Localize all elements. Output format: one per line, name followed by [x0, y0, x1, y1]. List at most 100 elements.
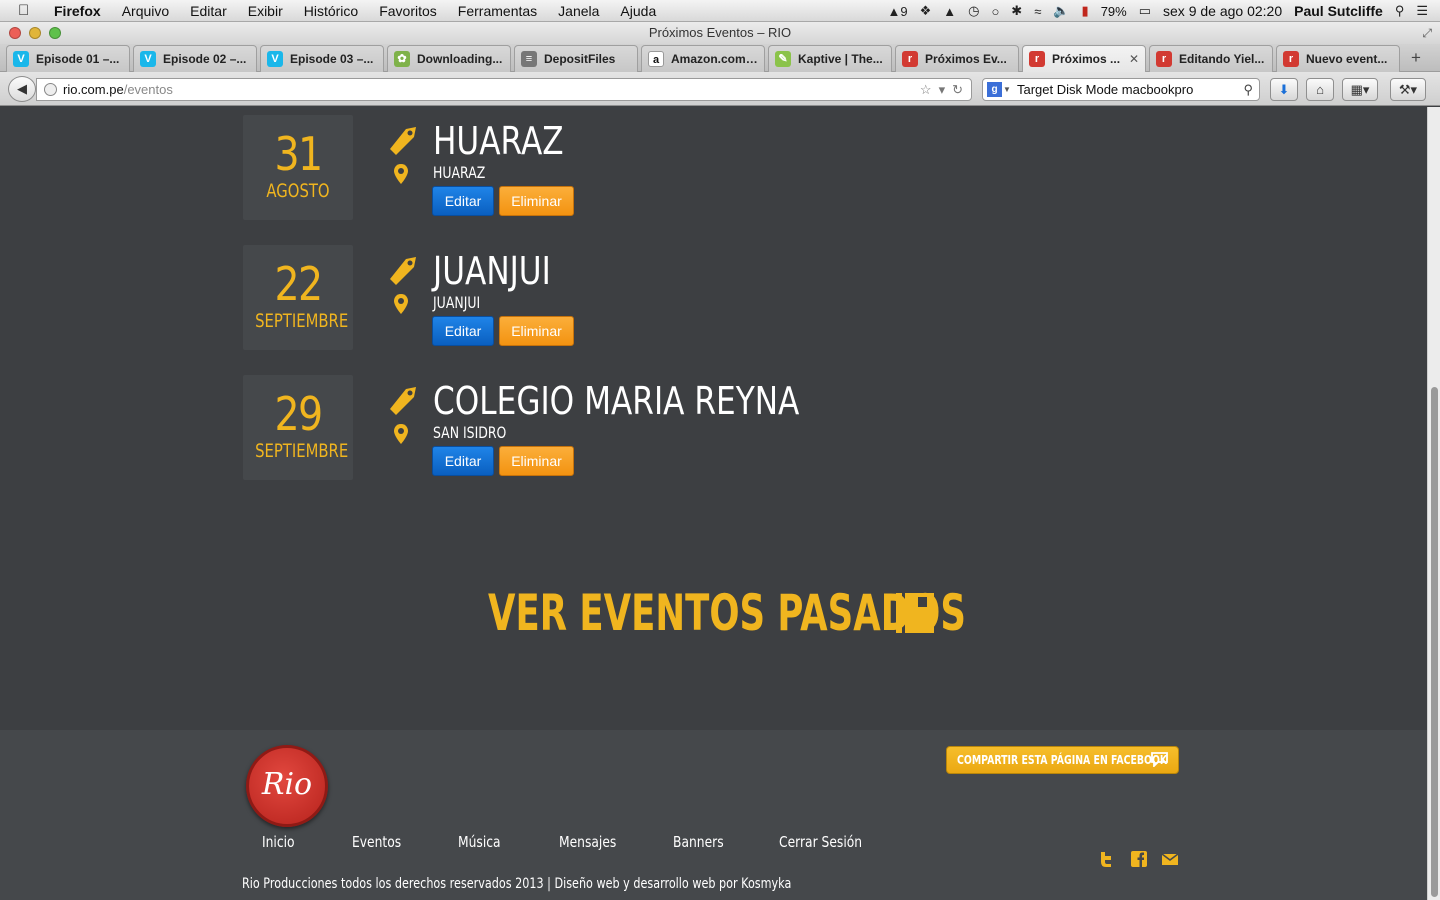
rio-icon: r [1156, 51, 1172, 67]
footer-nav-eventos[interactable]: Eventos [352, 833, 401, 851]
back-button[interactable]: ◀ [8, 76, 36, 102]
adobe-icon[interactable]: ▲9 [887, 4, 907, 19]
search-engine-caret-icon[interactable]: ▼ [1003, 79, 1011, 100]
clock[interactable]: sex 9 de ago 02:20 [1163, 3, 1282, 19]
rio-logo[interactable]: Rio [246, 745, 328, 827]
past-events-link[interactable]: VER EVENTOS PASADOS [488, 584, 966, 642]
archive-book-icon [896, 593, 934, 633]
tab-close-icon[interactable]: ✕ [1129, 52, 1139, 66]
addons-button[interactable]: ▦▾ [1342, 78, 1378, 101]
reload-icon[interactable]: ↻ [952, 79, 963, 100]
user-name[interactable]: Paul Sutcliffe [1294, 3, 1383, 19]
browser-tab[interactable]: r Próximos Ev... [895, 45, 1019, 72]
battery-percent[interactable]: 79% [1101, 4, 1127, 19]
email-icon[interactable] [1161, 850, 1179, 868]
tab-label: Episode 03 –... [290, 52, 374, 66]
tab-label: Episode 01 –... [36, 52, 120, 66]
tab-label: Editando Yiel... [1179, 52, 1265, 66]
menu-historico[interactable]: Histórico [304, 3, 358, 19]
window-minimize-button[interactable] [29, 27, 41, 39]
delete-button[interactable]: Eliminar [499, 446, 574, 476]
home-button[interactable]: ⌂ [1306, 78, 1334, 101]
dropbox-icon[interactable]: ❖ [920, 3, 932, 19]
downloads-button[interactable]: ⬇ [1270, 78, 1298, 101]
edit-button[interactable]: Editar [432, 316, 494, 346]
history-dropdown-icon[interactable]: ▾ [939, 79, 946, 100]
flag-icon[interactable]: ▮ [1082, 3, 1089, 19]
footer-nav-inicio[interactable]: Inicio [262, 833, 295, 851]
page-content: 31 AGOSTO HUARAZ HUARAZ Editar Eliminar … [0, 107, 1427, 900]
menu-ajuda[interactable]: Ajuda [620, 3, 656, 19]
facebook-icon[interactable] [1130, 850, 1148, 868]
download-icon: ✿ [394, 51, 410, 67]
page-scrollbar[interactable] [1427, 107, 1440, 900]
past-events-label: VER EVENTOS PASADOS [488, 584, 966, 642]
event-location: SAN ISIDRO [433, 423, 507, 442]
search-bar[interactable]: g ▼ Target Disk Mode macbookpro ⚲ [982, 78, 1260, 101]
new-tab-button[interactable]: + [1403, 45, 1429, 72]
tab-bar: V Episode 01 –... V Episode 02 –... V Episode… [0, 44, 1440, 72]
amazon-icon: a [648, 51, 664, 67]
browser-tab[interactable]: ✎ Kaptive | The... [768, 45, 892, 72]
notification-center-icon[interactable]: ☰ [1416, 3, 1428, 19]
window-zoom-button[interactable] [49, 27, 61, 39]
browser-tab[interactable]: V Episode 02 –... [133, 45, 257, 72]
time-machine-icon[interactable]: ◷ [968, 3, 979, 19]
battery-icon[interactable]: ▭ [1139, 3, 1151, 19]
edit-button[interactable]: Editar [432, 446, 494, 476]
spotlight-icon[interactable]: ⚲ [1395, 3, 1405, 19]
menu-ferramentas[interactable]: Ferramentas [458, 3, 537, 19]
tools-button[interactable]: ⚒▾ [1390, 78, 1426, 101]
edit-button[interactable]: Editar [432, 186, 494, 216]
wifi-icon[interactable]: ≈ [1034, 4, 1041, 19]
event-title: COLEGIO MARIA REYNA [433, 379, 800, 423]
bluetooth-icon[interactable]: ✱ [1011, 3, 1022, 19]
browser-tab[interactable]: a Amazon.com:... [641, 45, 765, 72]
browser-tab[interactable]: r Editando Yiel... [1149, 45, 1273, 72]
search-icon[interactable]: ⚲ [1243, 79, 1253, 100]
window-close-button[interactable] [9, 27, 21, 39]
footer-nav-mensajes[interactable]: Mensajes [559, 833, 616, 851]
twitter-icon[interactable] [1097, 850, 1115, 868]
back-arrow-icon: ◀ [17, 81, 27, 96]
hat-icon[interactable]: ▲ [943, 4, 956, 19]
browser-tab[interactable]: r Nuevo event... [1276, 45, 1400, 72]
menu-janela[interactable]: Janela [558, 3, 599, 19]
chat-bubble-icon[interactable]: ○ [991, 4, 999, 19]
facebook-share-button[interactable]: COMPARTIR ESTA PÁGINA EN FACEBOOK [946, 746, 1179, 774]
url-bar[interactable]: rio.com.pe/eventos ☆ ▾ ↻ [36, 78, 972, 101]
delete-button[interactable]: Eliminar [499, 316, 574, 346]
event-item: 31 AGOSTO HUARAZ HUARAZ Editar Eliminar [0, 115, 1000, 220]
bookmark-star-icon[interactable]: ☆ [920, 79, 932, 100]
footer-nav-banners[interactable]: Banners [673, 833, 724, 851]
menu-editar[interactable]: Editar [190, 3, 227, 19]
location-pin-icon [394, 164, 408, 184]
menu-arquivo[interactable]: Arquivo [122, 3, 169, 19]
volume-icon[interactable]: 🔈 [1053, 3, 1069, 19]
footer-nav-musica[interactable]: Música [458, 833, 501, 851]
browser-tab[interactable]: V Episode 01 –... [6, 45, 130, 72]
menu-exibir[interactable]: Exibir [248, 3, 283, 19]
menu-favoritos[interactable]: Favoritos [379, 3, 437, 19]
menu-app-firefox[interactable]: Firefox [54, 3, 101, 19]
footer: Rio COMPARTIR ESTA PÁGINA EN FACEBOOK In… [0, 730, 1427, 900]
scrollbar-thumb[interactable] [1431, 387, 1438, 897]
site-identity-icon[interactable] [44, 83, 57, 96]
delete-button[interactable]: Eliminar [499, 186, 574, 216]
event-date: 29 SEPTIEMBRE [243, 375, 353, 480]
browser-tab[interactable]: ≡ DepositFiles [514, 45, 638, 72]
browser-tab[interactable]: V Episode 03 –... [260, 45, 384, 72]
event-date: 22 SEPTIEMBRE [243, 245, 353, 350]
apple-icon[interactable]:  [18, 2, 42, 19]
browser-tab[interactable]: r Próximos ... ✕ [1022, 45, 1146, 72]
fullscreen-icon[interactable]: ⤢ [1422, 22, 1432, 44]
adobe-count: 9 [900, 3, 908, 19]
footer-nav-cerrar-sesion[interactable]: Cerrar Sesión [779, 833, 862, 851]
rio-icon: r [902, 51, 918, 67]
facebook-share-label: COMPARTIR ESTA PÁGINA EN FACEBOOK [957, 753, 1168, 767]
tab-label: Downloading... [417, 52, 503, 66]
search-input[interactable]: Target Disk Mode macbookpro [1017, 82, 1193, 97]
browser-tab[interactable]: ✿ Downloading... [387, 45, 511, 72]
rio-icon: r [1283, 51, 1299, 67]
google-icon[interactable]: g [987, 82, 1002, 97]
